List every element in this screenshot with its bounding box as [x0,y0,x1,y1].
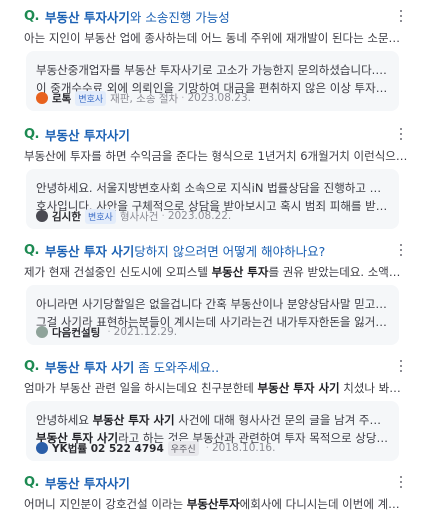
result-title-row[interactable]: Q. 부동산 투자 사기당하지 않으려면 어떻게 해야하나요? [24,240,399,260]
lawtalk-logo-icon [36,92,48,104]
expert-badge: 변호사 [75,90,107,106]
answer-date: 2023.08.22. [167,210,232,222]
more-options-icon[interactable] [395,8,407,24]
answer-meta: 다음컨설팅 · 2021.12.29. [36,324,177,340]
result-item: Q. 부동산 투자사기와 소송진행 가능성 아는 지인이 부동산 업에 종사하는… [0,6,421,116]
question-q-icon: Q. [24,242,40,258]
answer-meta: 김시한 변호사 형사사건 · 2023.08.22. [36,208,231,224]
question-q-icon: Q. [24,8,40,24]
question-snippet: 아는 지인이 부동산 업에 종사하는데 어느 동네 주위에 재개발이 된다는 소… [24,31,409,45]
answer-text-line: 안녕하세요. 서울지방변호사회 소속으로 지식iN 법률상담을 진행하고 있는 … [36,181,389,195]
result-title-row[interactable]: Q. 부동산 투자사기 [24,124,399,144]
search-result-list: Q. 부동산 투자사기와 소송진행 가능성 아는 지인이 부동산 업에 종사하는… [0,0,421,519]
result-item: Q. 부동산 투자 사기당하지 않으려면 어떻게 해야하나요? 제가 현재 건설… [0,240,421,350]
answer-text-line: 부동산중개업자를 부동산 투자사기로 고소가 가능한지 문의하셨습니다. 부동산… [36,63,389,77]
meta-separator: · [205,442,209,454]
result-item: Q. 부동산 투자 사기 좀 도와주세요.. 엄마가 부동산 관련 일을 하시는… [0,356,421,466]
question-q-icon: Q. [24,474,40,490]
more-options-icon[interactable] [395,358,407,374]
question-q-icon: Q. [24,358,40,374]
answer-text-line: 아니라면 사기당할일은 없을겁니다 간혹 부동산이나 분양상담사말 믿고 투자했… [36,297,389,311]
yk-logo-icon [36,442,48,454]
answer-meta: YK법률 02 522 4794 우주신 · 2018.10.16. [36,440,275,456]
answer-category: 형사사건 [119,210,159,223]
result-title-row[interactable]: Q. 부동산 투자사기 [24,472,399,492]
answer-category: 재판, 소송 절차 [110,92,179,105]
result-title[interactable]: 부동산 투자 사기 좀 도와주세요.. [45,357,219,376]
more-options-icon[interactable] [395,126,407,142]
result-item: Q. 부동산 투자사기 부동산에 투자를 하면 수익금을 준다는 형식으로 1년… [0,124,421,234]
result-item: Q. 부동산 투자사기 어머니 지인분이 강호건설 이라는 부동산투자에회사에 … [0,472,421,519]
author-name[interactable]: 로톡 [52,91,71,106]
answer-date: 2023.08.23. [187,92,251,104]
result-title[interactable]: 부동산 투자사기 [45,473,130,492]
answer-text-line: 안녕하세요 부동산 투자 사기 사건에 대해 형사사건 문의 글을 남겨 주셨습… [36,413,389,427]
result-title-row[interactable]: Q. 부동산 투자사기와 소송진행 가능성 [24,6,399,26]
author-name[interactable]: 다음컨설팅 [52,325,100,340]
result-title-row[interactable]: Q. 부동산 투자 사기 좀 도와주세요.. [24,356,399,376]
answer-date: 2018.10.16. [211,442,276,454]
answer-meta: 로톡 변호사 재판, 소송 절차 · 2023.08.23. [36,90,251,106]
consulting-logo-icon [36,326,48,338]
question-snippet: 어머니 지인분이 강호건설 이라는 부동산투자에회사에 다니시는데 이번에 계약… [24,497,409,511]
meta-separator: · [107,326,111,338]
author-name[interactable]: YK법률 02 522 4794 [52,441,164,456]
meta-separator: · [161,210,165,222]
question-snippet: 부동산에 투자를 하면 수익금을 준다는 형식으로 1년거치 6개월거치 이런식… [24,149,409,163]
result-title[interactable]: 부동산 투자사기와 소송진행 가능성 [45,7,230,26]
question-snippet: 제가 현재 건설중인 신도시에 오피스텔 부동산 투자를 권유 받았는데요. 소… [24,265,409,279]
result-title[interactable]: 부동산 투자사기 [45,125,130,144]
question-snippet: 엄마가 부동산 관련 일을 하시는데요 친구분한테 부동산 투자 사기 치셨나 … [24,381,409,395]
grade-badge: 우주신 [167,440,199,456]
result-title[interactable]: 부동산 투자 사기당하지 않으려면 어떻게 해야하나요? [45,241,325,260]
author-name[interactable]: 김시한 [52,209,81,224]
more-options-icon[interactable] [395,474,407,490]
profile-photo-icon [36,210,48,222]
question-q-icon: Q. [24,126,40,142]
meta-separator: · [181,92,185,104]
expert-badge: 변호사 [84,208,116,224]
more-options-icon[interactable] [395,242,407,258]
answer-date: 2021.12.29. [113,326,178,338]
